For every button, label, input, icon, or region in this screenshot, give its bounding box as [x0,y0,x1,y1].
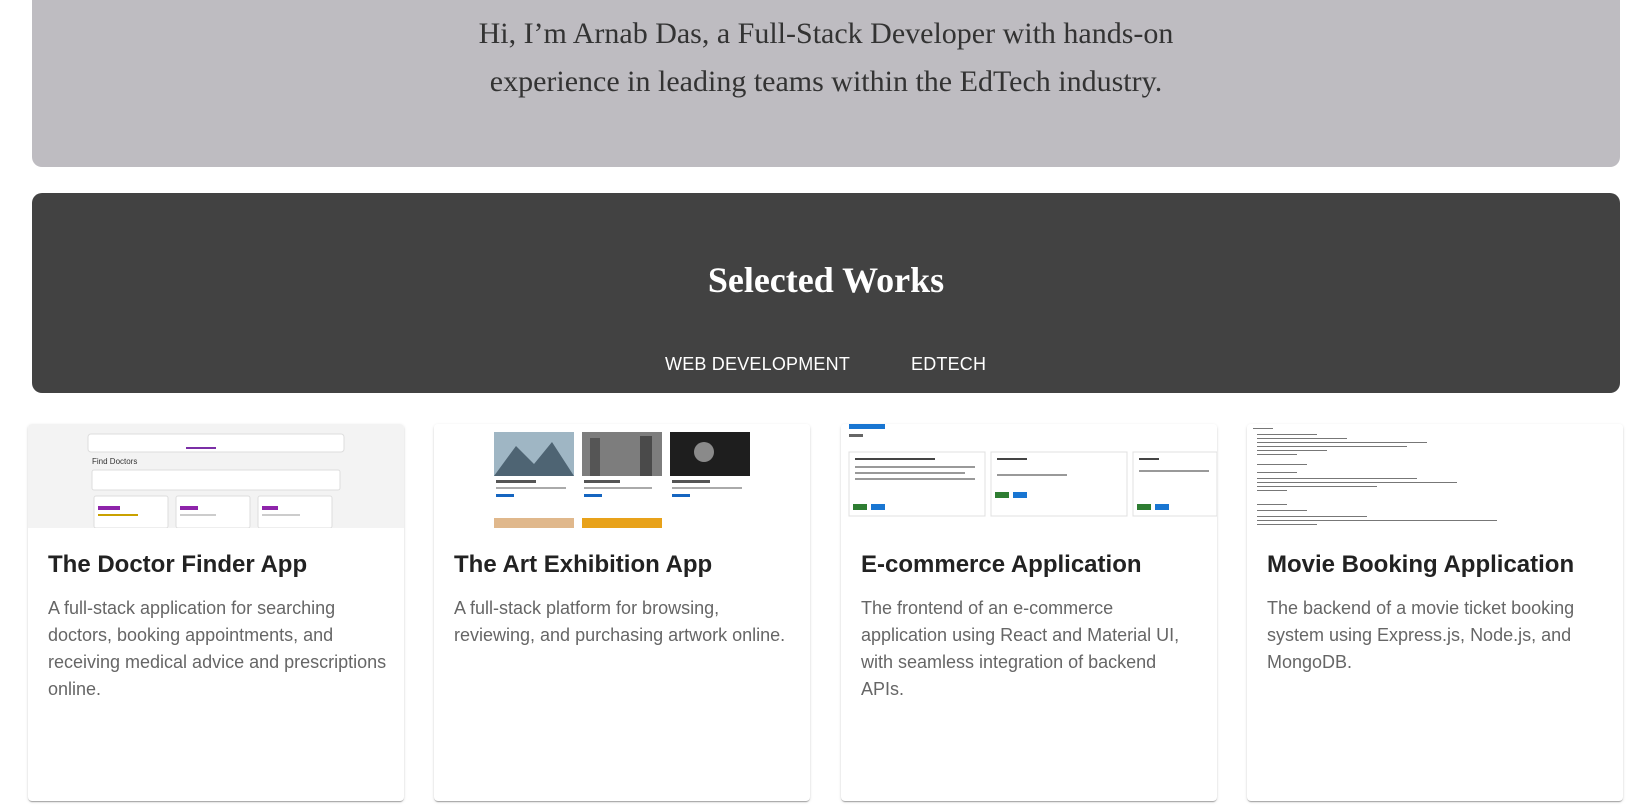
card-title: Movie Booking Application [1267,551,1575,578]
ecommerce-thumbnail [841,424,1217,528]
svg-text:Find Doctors: Find Doctors [92,457,137,466]
movie-booking-thumbnail [1247,424,1623,528]
project-card-art-exhibition[interactable]: The Art Exhibition App A full-stack plat… [434,424,810,801]
art-exhibition-thumbnail [434,424,810,528]
tab-edtech[interactable]: EDTECH [911,353,986,375]
tab-web-development[interactable]: WEB DEVELOPMENT [665,353,850,375]
doctor-finder-thumbnail: Find Doctors [28,424,404,528]
intro-line-1: Hi, I’m Arnab Das, a Full-Stack Develope… [478,17,1174,50]
intro-text: Hi, I’m Arnab Das, a Full-Stack Develope… [466,10,1186,106]
card-title: The Art Exhibition App [454,551,713,578]
intro-line-2: experience in leading teams within the E… [489,65,1163,98]
project-card-ecommerce[interactable]: E-commerce Application The frontend of a… [841,424,1217,801]
card-description: A full-stack application for searching d… [48,598,387,699]
project-card-movie-booking[interactable]: Movie Booking Application The backend of… [1247,424,1623,801]
selected-works-panel: Selected Works WEB DEVELOPMENT EDTECH [32,193,1620,393]
card-title: The Doctor Finder App [48,551,308,578]
card-title: E-commerce Application [861,551,1142,578]
selected-works-title: Selected Works [707,260,945,300]
card-description: The frontend of an e-commerce applicatio… [861,598,1180,699]
card-description: A full-stack platform for browsing, revi… [454,598,786,645]
project-card-doctor-finder[interactable]: Find Doctors The Doctor Finder App A ful… [28,424,404,801]
card-description: The backend of a movie ticket booking sy… [1267,598,1575,672]
intro-panel: Hi, I’m Arnab Das, a Full-Stack Develope… [32,0,1620,167]
